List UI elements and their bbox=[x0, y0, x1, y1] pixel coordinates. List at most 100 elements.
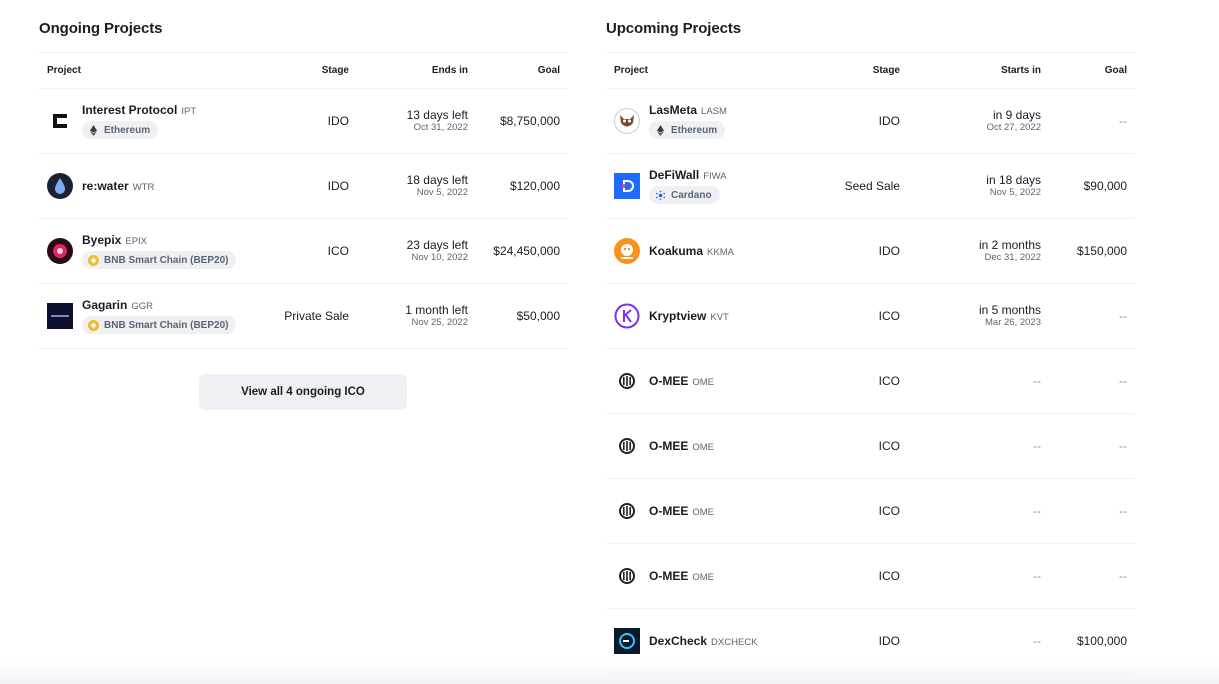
table-row[interactable]: Kryptview KVT ICO in 5 months Mar 26, 2023 -- bbox=[606, 284, 1135, 349]
time-cell: 13 days left Oct 31, 2022 bbox=[357, 89, 476, 154]
bottom-fade bbox=[0, 662, 1219, 684]
table-row[interactable]: Gagarin GGR BNB Smart Chain (BEP20) Private… bbox=[39, 284, 568, 349]
omee-logo[interactable] bbox=[614, 368, 640, 394]
gagarin-logo[interactable] bbox=[47, 303, 73, 329]
project-ticker: FIWA bbox=[703, 171, 727, 182]
ethereum-icon bbox=[88, 124, 99, 136]
stage-cell: IDO bbox=[811, 219, 908, 284]
table-row[interactable]: LasMeta LASM Ethereum IDO in 9 days Oct 27, 2… bbox=[606, 89, 1135, 154]
goal-cell: $120,000 bbox=[476, 154, 568, 219]
project-name[interactable]: LasMeta bbox=[649, 103, 697, 117]
time-cell: -- bbox=[908, 479, 1049, 544]
koakuma-logo[interactable] bbox=[614, 238, 640, 264]
goal-cell: -- bbox=[1049, 544, 1135, 609]
chain-badge: Cardano bbox=[649, 186, 720, 204]
stage-value: IDO bbox=[878, 114, 900, 128]
omee-logo[interactable] bbox=[614, 498, 640, 524]
interest-protocol-logo[interactable] bbox=[47, 108, 73, 134]
stage-value: IDO bbox=[327, 179, 349, 193]
project-name[interactable]: Gagarin bbox=[82, 298, 127, 312]
upcoming-projects-table: Project Stage Starts in Goal LasMeta LASM… bbox=[606, 52, 1135, 674]
table-row[interactable]: O-MEE OME ICO -- -- bbox=[606, 349, 1135, 414]
column-header-stage[interactable]: Stage bbox=[811, 53, 908, 89]
table-row[interactable]: O-MEE OME ICO -- -- bbox=[606, 414, 1135, 479]
dexcheck-logo[interactable] bbox=[614, 628, 640, 654]
stage-value: IDO bbox=[878, 634, 900, 648]
project-ticker: EPIX bbox=[125, 236, 148, 247]
project-name[interactable]: O-MEE bbox=[649, 569, 688, 583]
table-row[interactable]: DeFiWall FIWA Cardano Seed Sale in 18 days No… bbox=[606, 154, 1135, 219]
goal-cell: $24,450,000 bbox=[476, 219, 568, 284]
goal-cell: $90,000 bbox=[1049, 154, 1135, 219]
project-ticker: GGR bbox=[131, 301, 153, 312]
chain-name: Cardano bbox=[671, 189, 712, 201]
project-name[interactable]: O-MEE bbox=[649, 374, 688, 388]
project-name[interactable]: DexCheck bbox=[649, 634, 707, 648]
goal-value: $8,750,000 bbox=[499, 114, 560, 128]
project-name[interactable]: Interest Protocol bbox=[82, 103, 177, 117]
project-name[interactable]: Byepix bbox=[82, 233, 121, 247]
view-all-ongoing-button[interactable]: View all 4 ongoing ICO bbox=[199, 374, 407, 410]
column-header-goal[interactable]: Goal bbox=[476, 53, 568, 89]
project-name[interactable]: re:water bbox=[82, 179, 129, 193]
time-remaining: 1 month left bbox=[405, 303, 468, 317]
project-ticker: OME bbox=[692, 442, 714, 453]
time-remaining: in 18 days bbox=[986, 173, 1041, 187]
time-date: Mar 26, 2023 bbox=[985, 317, 1041, 328]
stage-value: IDO bbox=[327, 114, 349, 128]
project-name[interactable]: O-MEE bbox=[649, 504, 688, 518]
time-cell: -- bbox=[908, 414, 1049, 479]
lasmeta-logo[interactable] bbox=[614, 108, 640, 134]
goal-value: $50,000 bbox=[516, 309, 560, 323]
chain-badge: BNB Smart Chain (BEP20) bbox=[82, 251, 237, 269]
column-header-stage[interactable]: Stage bbox=[244, 53, 357, 89]
column-header-ends-in[interactable]: Ends in bbox=[357, 53, 476, 89]
project-name[interactable]: DeFiWall bbox=[649, 168, 699, 182]
project-cell: LasMeta LASM Ethereum bbox=[606, 89, 811, 154]
kryptview-logo[interactable] bbox=[614, 303, 640, 329]
table-row[interactable]: Byepix EPIX BNB Smart Chain (BEP20) ICO 23 d… bbox=[39, 219, 568, 284]
time-cell: in 9 days Oct 27, 2022 bbox=[908, 89, 1049, 154]
byepix-logo[interactable] bbox=[47, 238, 73, 264]
stage-cell: ICO bbox=[244, 219, 357, 284]
project-name[interactable]: Kryptview bbox=[649, 309, 706, 323]
omee-logo[interactable] bbox=[614, 563, 640, 589]
goal-cell: -- bbox=[1049, 414, 1135, 479]
stage-value: Seed Sale bbox=[844, 179, 900, 193]
time-remaining: -- bbox=[1033, 569, 1041, 583]
defiwall-logo[interactable] bbox=[614, 173, 640, 199]
goal-value: $90,000 bbox=[1083, 179, 1127, 193]
chain-name: BNB Smart Chain (BEP20) bbox=[104, 254, 229, 266]
project-cell: O-MEE OME bbox=[606, 479, 811, 544]
project-cell: re:water WTR bbox=[39, 154, 244, 219]
project-name[interactable]: Koakuma bbox=[649, 244, 703, 258]
table-row[interactable]: Koakuma KKMA IDO in 2 months Dec 31, 2022 $15… bbox=[606, 219, 1135, 284]
column-header-project[interactable]: Project bbox=[39, 53, 244, 89]
omee-logo[interactable] bbox=[614, 433, 640, 459]
column-header-starts-in[interactable]: Starts in bbox=[908, 53, 1049, 89]
table-row[interactable]: O-MEE OME ICO -- -- bbox=[606, 544, 1135, 609]
time-date: Nov 5, 2022 bbox=[989, 187, 1041, 198]
table-row[interactable]: re:water WTR IDO 18 days left Nov 5, 2022 $12… bbox=[39, 154, 568, 219]
rewater-logo[interactable] bbox=[47, 173, 73, 199]
time-cell: in 18 days Nov 5, 2022 bbox=[908, 154, 1049, 219]
project-ticker: IPT bbox=[181, 106, 197, 117]
project-ticker: DXCHECK bbox=[711, 637, 758, 648]
goal-value: -- bbox=[1119, 114, 1127, 128]
project-cell: DeFiWall FIWA Cardano bbox=[606, 154, 811, 219]
stage-cell: ICO bbox=[811, 349, 908, 414]
ongoing-projects-title: Ongoing Projects bbox=[39, 20, 163, 37]
chain-badge: Ethereum bbox=[82, 121, 159, 139]
stage-cell: Seed Sale bbox=[811, 154, 908, 219]
chain-name: Ethereum bbox=[671, 124, 718, 136]
ongoing-table-header: Project Stage Ends in Goal bbox=[39, 52, 568, 89]
goal-cell: -- bbox=[1049, 349, 1135, 414]
table-row[interactable]: O-MEE OME ICO -- -- bbox=[606, 479, 1135, 544]
table-row[interactable]: Interest Protocol IPT Ethereum IDO 13 days l… bbox=[39, 89, 568, 154]
column-header-project[interactable]: Project bbox=[606, 53, 811, 89]
column-header-goal[interactable]: Goal bbox=[1049, 53, 1135, 89]
project-ticker: OME bbox=[692, 572, 714, 583]
project-cell: Interest Protocol IPT Ethereum bbox=[39, 89, 244, 154]
time-remaining: 23 days left bbox=[406, 238, 468, 252]
project-name[interactable]: O-MEE bbox=[649, 439, 688, 453]
